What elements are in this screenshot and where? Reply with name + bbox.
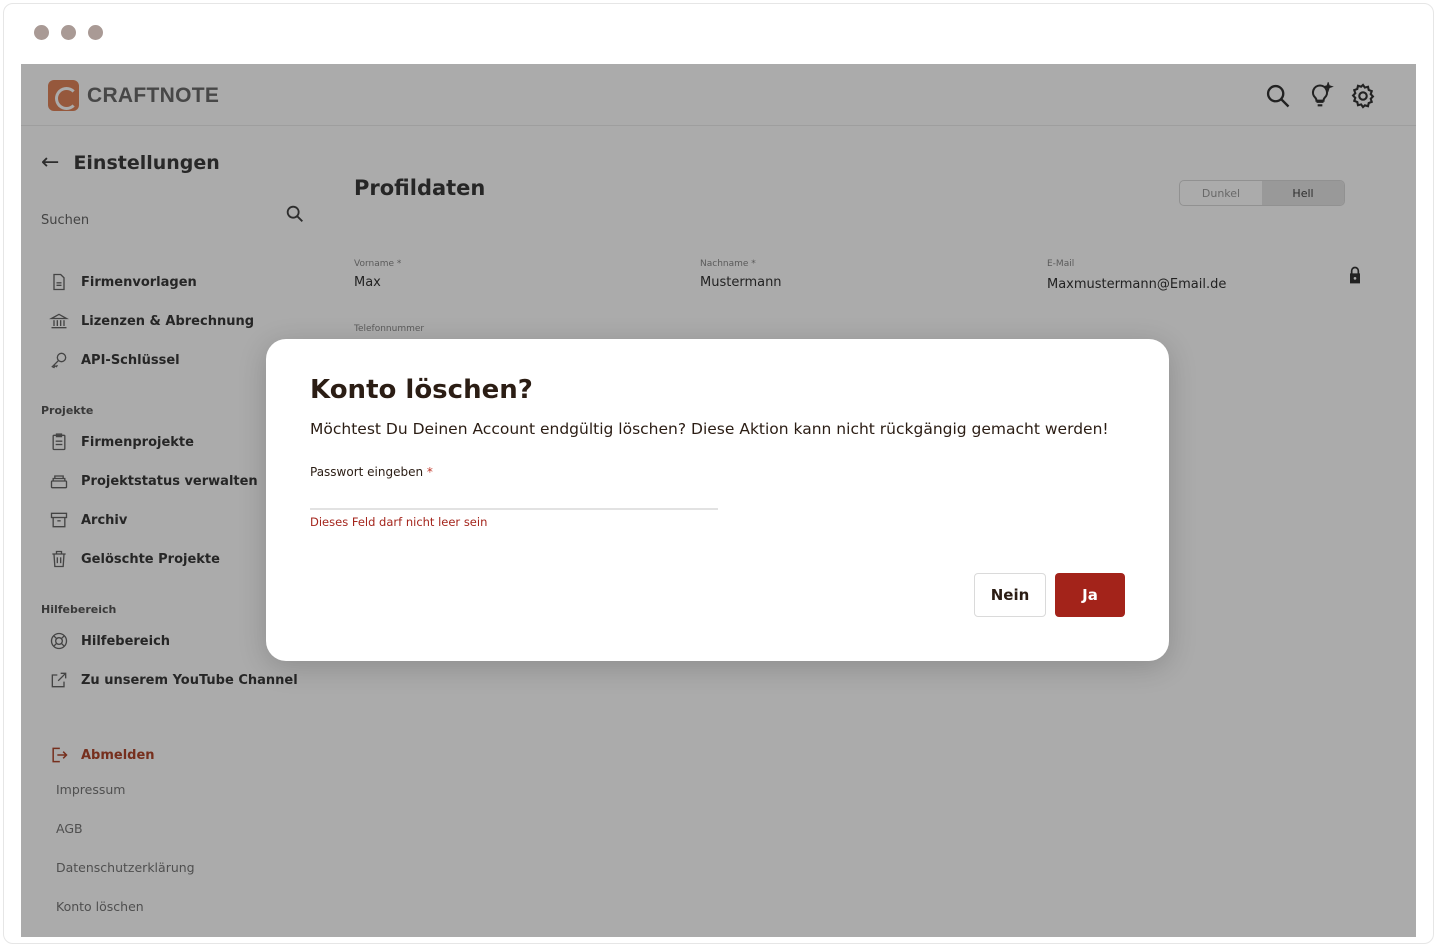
password-input[interactable] xyxy=(310,485,718,510)
window-dot-close[interactable] xyxy=(34,25,49,40)
window-dot-maximize[interactable] xyxy=(88,25,103,40)
password-label: Passwort eingeben * xyxy=(310,465,433,479)
delete-account-dialog: Konto löschen? Möchtest Du Deinen Accoun… xyxy=(266,339,1169,661)
dialog-message: Möchtest Du Deinen Account endgültig lös… xyxy=(310,420,1109,438)
window-dot-minimize[interactable] xyxy=(61,25,76,40)
required-mark: * xyxy=(426,465,433,479)
dialog-title: Konto löschen? xyxy=(310,375,533,405)
yes-button[interactable]: Ja xyxy=(1055,573,1125,617)
no-button[interactable]: Nein xyxy=(974,573,1046,617)
app-window: CRAFTNOTE ← Einstellungen Suchen Firmenv… xyxy=(21,64,1416,937)
password-error: Dieses Feld darf nicht leer sein xyxy=(310,515,488,529)
window-controls xyxy=(34,25,103,40)
password-label-text: Passwort eingeben xyxy=(310,465,424,479)
